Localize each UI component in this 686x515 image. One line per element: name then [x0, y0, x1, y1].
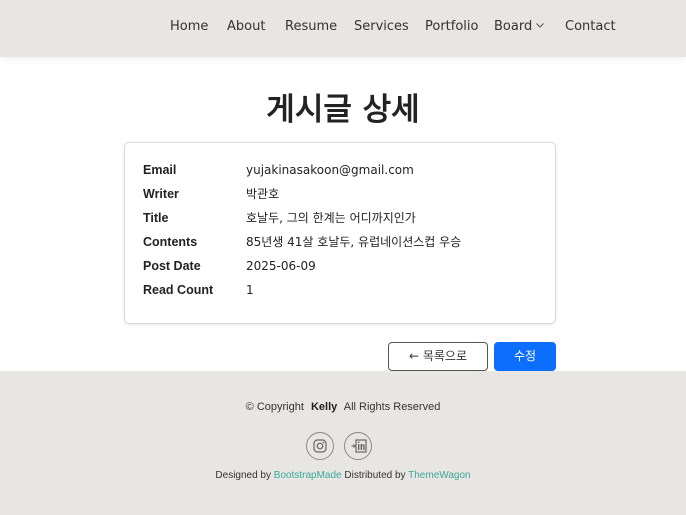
post-detail-card: Email yujakinasakoon@gmail.com Writer 박관… — [124, 142, 556, 324]
top-navbar: Home About Resume Services Portfolio Boa… — [0, 0, 686, 57]
detail-row-title: Title 호날두, 그의 한계는 어디까지인가 — [143, 208, 543, 228]
detail-row-post-date: Post Date 2025-06-09 — [143, 256, 543, 276]
detail-row-writer: Writer 박관호 — [143, 184, 543, 204]
detail-row-contents: Contents 85년생 41살 호날두, 유럽네이션스컵 우승 — [143, 232, 543, 252]
page-title: 게시글 상세 — [266, 92, 420, 128]
detail-row-email: Email yujakinasakoon@gmail.com — [143, 160, 543, 180]
edit-button[interactable]: 수정 — [494, 342, 556, 371]
copyright-suffix: All Rights Reserved — [343, 401, 441, 413]
nav-item-resume[interactable]: Resume — [285, 19, 337, 35]
email-value: yujakinasakoon@gmail.com — [246, 163, 414, 177]
post-date-label: Post Date — [143, 259, 201, 273]
post-date-value: 2025-06-09 — [246, 259, 316, 273]
title-value: 호날두, 그의 한계는 어디까지인가 — [246, 211, 416, 225]
nav-item-about[interactable]: About — [227, 19, 265, 35]
distributed-by-prefix: Distributed by — [344, 470, 406, 481]
title-label: Title — [143, 211, 169, 225]
chevron-down-icon — [536, 23, 545, 28]
read-count-value: 1 — [246, 283, 254, 297]
contents-label: Contents — [143, 235, 198, 249]
linkedin-link[interactable] — [344, 432, 372, 460]
writer-value: 박관호 — [246, 187, 280, 201]
nav-item-services[interactable]: Services — [354, 19, 409, 35]
email-label: Email — [143, 163, 177, 177]
themewagon-link[interactable]: ThemeWagon — [408, 470, 470, 481]
copyright-prefix: © Copyright — [245, 401, 304, 413]
bootstrapmade-link[interactable]: BootstrapMade — [274, 470, 342, 481]
read-count-label: Read Count — [143, 283, 214, 297]
instagram-link[interactable] — [306, 432, 334, 460]
nav-item-portfolio[interactable]: Portfolio — [425, 19, 478, 35]
nav-item-board[interactable]: Board — [494, 19, 545, 35]
detail-row-read-count: Read Count 1 — [143, 280, 543, 300]
nav-item-contact[interactable]: Contact — [565, 19, 616, 35]
nav-item-home[interactable]: Home — [170, 19, 208, 35]
copyright-text: © Copyright Kelly All Rights Reserved — [0, 401, 686, 413]
designed-by-prefix: Designed by — [215, 470, 271, 481]
credits-text: Designed by BootstrapMade Distributed by… — [0, 470, 686, 481]
instagram-icon — [313, 439, 327, 453]
linkedin-icon — [351, 439, 367, 453]
copyright-name: Kelly — [310, 401, 338, 413]
back-to-list-button[interactable]: ← 목록으로 — [388, 342, 488, 371]
writer-label: Writer — [143, 187, 179, 201]
footer: © Copyright Kelly All Rights Reserved De… — [0, 371, 686, 515]
nav-item-board-label: Board — [494, 19, 533, 34]
nav-menu: Home About Resume Services Portfolio Boa… — [0, 0, 686, 57]
contents-value: 85년생 41살 호날두, 유럽네이션스컵 우승 — [246, 235, 462, 249]
